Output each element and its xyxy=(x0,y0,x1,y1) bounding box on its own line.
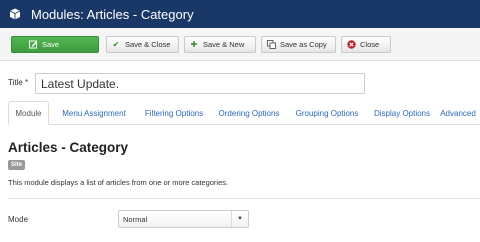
tab-module[interactable]: Module xyxy=(8,101,49,125)
check-icon: ✔ xyxy=(112,40,120,49)
cube-icon xyxy=(9,8,21,20)
tab-menu-assignment[interactable]: Menu Assignment xyxy=(52,101,136,125)
edit-icon xyxy=(28,40,38,50)
site-badge: Site xyxy=(8,160,26,170)
toolbar: Save ✔ Save & Close ✚ Save & New Save as… xyxy=(0,28,480,61)
close-button[interactable]: Close xyxy=(341,36,391,53)
tab-filtering-options[interactable]: Filtering Options xyxy=(134,101,214,125)
mode-select[interactable]: Normal ▼ xyxy=(118,210,249,228)
chevron-down-icon: ▼ xyxy=(231,211,248,227)
page-title: Modules: Articles - Category xyxy=(31,6,194,22)
close-label: Close xyxy=(360,40,380,49)
divider xyxy=(8,198,480,199)
mode-label: Mode xyxy=(8,215,29,224)
save-label: Save xyxy=(42,40,60,49)
title-input[interactable]: Latest Update. xyxy=(35,73,365,94)
top-header: Modules: Articles - Category xyxy=(0,0,480,28)
tab-grouping-options[interactable]: Grouping Options xyxy=(287,101,367,125)
module-description: This module displays a list of articles … xyxy=(8,178,229,187)
save-close-label: Save & Close xyxy=(125,40,171,49)
mode-select-value: Normal xyxy=(123,214,148,224)
tab-display-options[interactable]: Display Options xyxy=(364,101,440,125)
save-new-button[interactable]: ✚ Save & New xyxy=(184,36,256,53)
save-as-copy-label: Save as Copy xyxy=(280,40,327,49)
copy-icon xyxy=(266,40,276,50)
tab-ordering-options[interactable]: Ordering Options xyxy=(209,101,289,125)
save-as-copy-button[interactable]: Save as Copy xyxy=(261,36,336,53)
save-button[interactable]: Save xyxy=(11,36,99,53)
title-label: Title * xyxy=(8,78,29,87)
tab-bar: Module Menu Assignment Filtering Options… xyxy=(8,101,480,125)
module-title: Articles - Category xyxy=(8,140,129,155)
title-row: Title * Latest Update. xyxy=(0,72,480,96)
save-new-label: Save & New xyxy=(203,40,245,49)
tab-advanced[interactable]: Advanced xyxy=(436,101,480,125)
plus-icon: ✚ xyxy=(190,40,198,49)
close-icon xyxy=(346,40,356,50)
save-close-button[interactable]: ✔ Save & Close xyxy=(106,36,179,53)
